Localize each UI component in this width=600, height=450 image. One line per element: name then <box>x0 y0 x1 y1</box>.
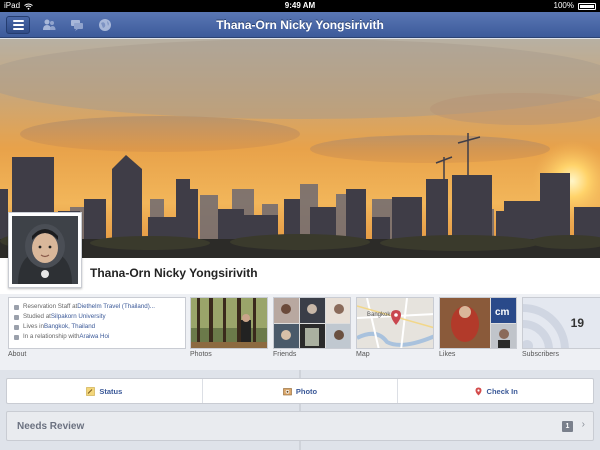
chevron-right-icon: › <box>581 419 585 430</box>
rss-icon <box>523 298 600 348</box>
education-icon <box>14 314 19 320</box>
battery-percent: 100% <box>553 1 574 10</box>
subscribers-label: Subscribers <box>522 351 559 358</box>
needs-review-bar[interactable]: Needs Review 1 › <box>6 411 594 441</box>
messages-icon[interactable] <box>70 18 84 32</box>
photos-thumbnail <box>191 298 267 348</box>
friends-tile[interactable] <box>273 297 351 349</box>
work-link[interactable]: Diethelm Travel (Thailand)... <box>77 302 155 312</box>
pencil-icon <box>86 386 96 396</box>
status-bar: iPad 9:49 AM 100% <box>0 0 600 12</box>
about-relationship: In a relationship with Araiwa Hoi <box>14 332 180 342</box>
profile-picture[interactable] <box>8 212 82 288</box>
relationship-link[interactable]: Araiwa Hoi <box>79 332 109 342</box>
about-location: Lives in Bangkok, Thailand <box>14 322 180 332</box>
status-right: 100% <box>554 0 596 12</box>
needs-review-title: Needs Review <box>17 421 85 432</box>
map-city-label: Bangkok <box>367 312 391 318</box>
home-icon <box>14 324 19 330</box>
friends-thumbnail-grid <box>274 298 350 348</box>
briefcase-icon <box>14 304 19 310</box>
friends-label: Friends <box>273 351 297 358</box>
location-link[interactable]: Bangkok, Thailand <box>44 322 95 332</box>
about-card[interactable]: Reservation Staff at Diethelm Travel (Th… <box>8 297 186 349</box>
location-pin-icon <box>475 387 482 395</box>
map-tile[interactable]: Bangkok <box>356 297 434 349</box>
status-button[interactable]: Status <box>7 379 203 403</box>
globe-icon[interactable] <box>98 18 112 32</box>
navigation-bar: Thana-Orn Nicky Yongsirivith <box>0 12 600 38</box>
battery-icon <box>578 2 596 10</box>
photos-tile[interactable] <box>190 297 268 349</box>
cover-photo[interactable] <box>0 39 600 258</box>
profile-info-row: Reservation Staff at Diethelm Travel (Th… <box>0 294 600 370</box>
menu-button[interactable] <box>6 16 30 34</box>
likes-tile[interactable]: cm <box>439 297 517 349</box>
camera-icon <box>283 387 292 395</box>
profile-avatar-image <box>12 216 78 284</box>
review-count-badge: 1 <box>562 421 573 432</box>
page-title: Thana-Orn Nicky Yongsirivith <box>216 18 384 32</box>
menu-icon <box>12 20 24 22</box>
svg-text:cm: cm <box>495 307 510 318</box>
photos-label: Photos <box>190 351 212 358</box>
likes-thumbnail-grid: cm <box>440 298 516 348</box>
check-in-button[interactable]: Check In <box>398 379 593 403</box>
map-thumbnail <box>357 298 433 348</box>
profile-name[interactable]: Thana-Orn Nicky Yongsirivith <box>90 266 258 280</box>
heart-icon <box>14 334 19 340</box>
subscribers-count: 19 <box>570 316 584 330</box>
education-link[interactable]: Silpakorn University <box>51 312 106 322</box>
status-time: 9:49 AM <box>284 1 316 10</box>
cover-skyline-image <box>0 39 600 258</box>
likes-label: Likes <box>439 351 456 358</box>
photo-button[interactable]: Photo <box>203 379 399 403</box>
map-label: Map <box>356 351 370 358</box>
about-education: Studied at Silpakorn University <box>14 312 180 322</box>
about-work: Reservation Staff at Diethelm Travel (Th… <box>14 302 180 312</box>
subscribers-tile[interactable]: 19 <box>522 297 600 349</box>
friends-icon[interactable] <box>42 18 56 32</box>
composer-action-bar: Status Photo Check In <box>6 378 594 404</box>
about-label: About <box>8 351 27 358</box>
